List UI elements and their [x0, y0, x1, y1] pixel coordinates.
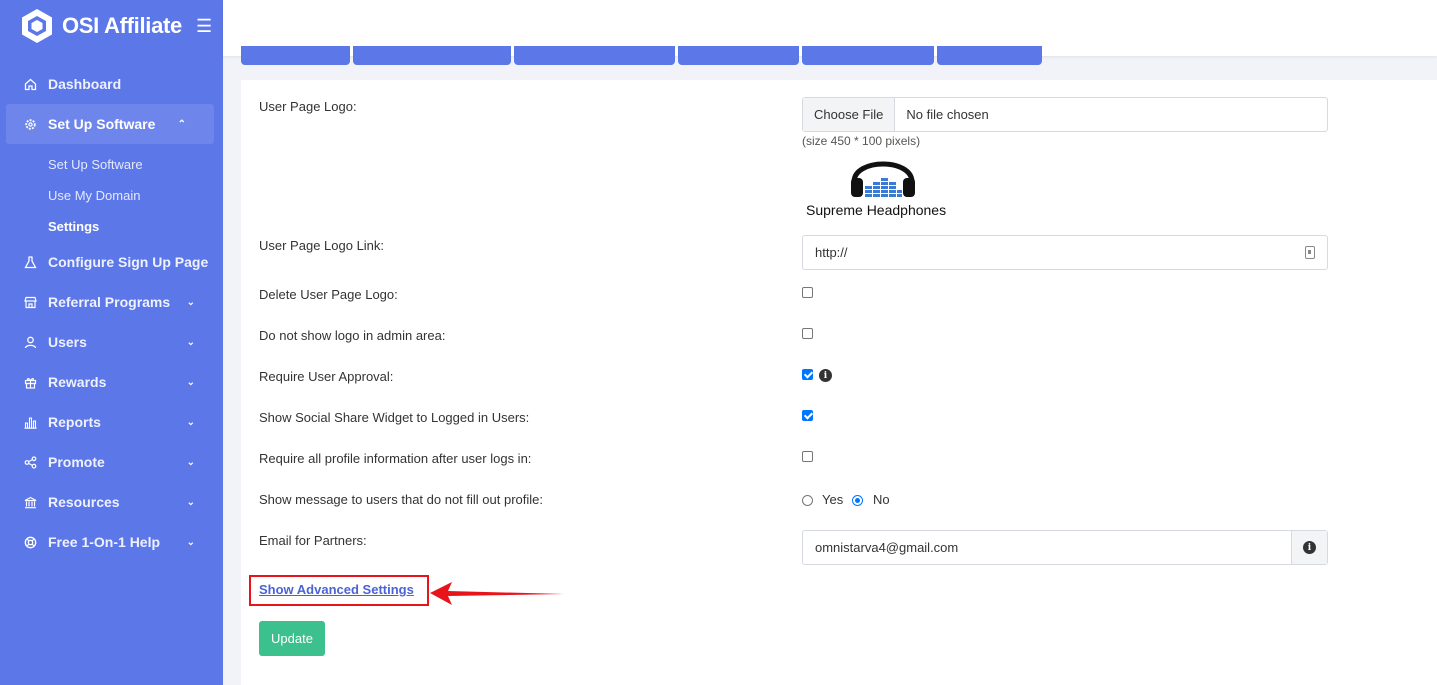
lifebuoy-icon [22, 534, 38, 550]
logo-link-label: User Page Logo Link: [259, 238, 385, 253]
chevron-down-icon: ⌄ [186, 416, 195, 428]
sidebar: OSI Affiliate ☰ Dashboard Set Up Softwar… [0, 0, 223, 685]
chevron-up-icon: ⌃ [177, 118, 186, 130]
flask-icon [22, 254, 38, 270]
tab-5[interactable] [802, 46, 934, 65]
email-partners-input[interactable]: omnistarva4@gmail.com i [802, 530, 1328, 565]
info-icon[interactable]: i [819, 369, 832, 382]
sidebar-subitem-label: Settings [48, 219, 100, 234]
sidebar-item-promote[interactable]: Promote ⌄ [0, 442, 223, 482]
bar-chart-icon [22, 414, 38, 430]
sidebar-subitem-label: Set Up Software [48, 157, 143, 172]
chevron-down-icon: ⌄ [186, 336, 195, 348]
chevron-down-icon: ⌄ [186, 456, 195, 468]
logo-link-value: http:// [815, 245, 848, 260]
sidebar-item-label: Configure Sign Up Page [48, 254, 209, 270]
sidebar-item-resources[interactable]: Resources ⌄ [0, 482, 223, 522]
info-icon: i [1303, 541, 1316, 554]
tab-4[interactable] [678, 46, 799, 65]
social-share-checkbox[interactable] [802, 410, 813, 421]
sidebar-item-dashboard[interactable]: Dashboard [0, 64, 223, 104]
require-approval-label: Require User Approval: [259, 369, 394, 384]
require-profile-checkbox[interactable] [802, 451, 813, 462]
sidebar-subitem-set-up-software[interactable]: Set Up Software [0, 149, 223, 180]
social-share-label: Show Social Share Widget to Logged in Us… [259, 410, 530, 425]
sidebar-subitem-label: Use My Domain [48, 188, 141, 203]
show-message-label: Show message to users that do not fill o… [259, 492, 543, 507]
hide-logo-admin-label: Do not show logo in admin area: [259, 328, 446, 343]
share-icon [22, 454, 38, 470]
settings-tabs [241, 46, 1045, 65]
require-profile-label: Require all profile information after us… [259, 451, 532, 466]
sidebar-item-label: Reports [48, 414, 101, 430]
bank-icon [22, 494, 38, 510]
sidebar-item-configure-sign-up-page[interactable]: Configure Sign Up Page [0, 242, 223, 282]
sidebar-subitem-use-my-domain[interactable]: Use My Domain [0, 180, 223, 211]
sidebar-item-label: Referral Programs [48, 294, 171, 310]
tab-1[interactable] [241, 46, 350, 65]
home-icon [22, 76, 38, 92]
delete-logo-checkbox[interactable] [802, 287, 813, 298]
gear-icon [22, 116, 38, 132]
tab-2[interactable] [353, 46, 511, 65]
store-icon [22, 294, 38, 310]
sidebar-item-label: Set Up Software [48, 116, 156, 132]
sidebar-item-free-help[interactable]: Free 1-On-1 Help ⌄ [0, 522, 223, 562]
logo-link-input[interactable]: http:// [802, 235, 1328, 270]
annotation-highlight-box [249, 575, 429, 606]
chevron-down-icon: ⌄ [186, 296, 195, 308]
sidebar-item-label: Rewards [48, 374, 107, 390]
chevron-down-icon: ⌄ [186, 496, 195, 508]
email-partners-label: Email for Partners: [259, 533, 367, 548]
delete-logo-label: Delete User Page Logo: [259, 287, 398, 302]
chevron-down-icon: ⌄ [186, 536, 195, 548]
user-page-logo-label: User Page Logo: [259, 99, 357, 114]
update-button[interactable]: Update [259, 621, 325, 656]
sidebar-item-label: Resources [48, 494, 120, 510]
sidebar-item-label: Free 1-On-1 Help [48, 534, 161, 550]
sidebar-item-users[interactable]: Users ⌄ [0, 322, 223, 362]
logo-size-hint: (size 450 * 100 pixels) [802, 134, 921, 148]
hide-logo-admin-checkbox[interactable] [802, 328, 813, 339]
chevron-down-icon: ⌄ [186, 376, 195, 388]
sidebar-item-label: Users [48, 334, 87, 350]
annotation-arrow-icon [430, 582, 564, 605]
sidebar-item-rewards[interactable]: Rewards ⌄ [0, 362, 223, 402]
sidebar-item-set-up-software[interactable]: Set Up Software ⌃ [6, 104, 214, 144]
yes-label: Yes [822, 492, 844, 507]
brand-name: OSI Affiliate [62, 13, 182, 38]
email-info-addon[interactable]: i [1291, 531, 1327, 564]
no-label: No [873, 492, 890, 507]
sidebar-item-reports[interactable]: Reports ⌄ [0, 402, 223, 442]
sidebar-item-label: Promote [48, 454, 105, 470]
show-message-yes-radio[interactable] [802, 495, 813, 506]
tab-3[interactable] [514, 46, 675, 65]
email-partners-value: omnistarva4@gmail.com [815, 540, 959, 555]
require-approval-checkbox[interactable] [802, 369, 813, 380]
gift-icon [22, 374, 38, 390]
autofill-icon[interactable] [1305, 246, 1315, 259]
hexagon-logo-icon [22, 9, 52, 43]
file-name-text: No file chosen [906, 107, 989, 122]
sidebar-subitem-settings[interactable]: Settings [0, 211, 223, 242]
sidebar-item-referral-programs[interactable]: Referral Programs ⌄ [0, 282, 223, 322]
user-icon [22, 334, 38, 350]
sidebar-nav: Dashboard Set Up Software ⌃ Set Up Softw… [0, 64, 223, 562]
show-message-no-radio[interactable] [852, 495, 863, 506]
sidebar-item-label: Dashboard [48, 76, 122, 92]
choose-file-button[interactable]: Choose File [803, 98, 896, 131]
logo-caption: Supreme Headphones [806, 202, 947, 218]
hamburger-icon[interactable]: ☰ [196, 16, 212, 37]
brand[interactable]: OSI Affiliate ☰ [20, 8, 212, 44]
tab-6[interactable] [937, 46, 1042, 65]
logo-file-input[interactable]: Choose File No file chosen [802, 97, 1328, 132]
